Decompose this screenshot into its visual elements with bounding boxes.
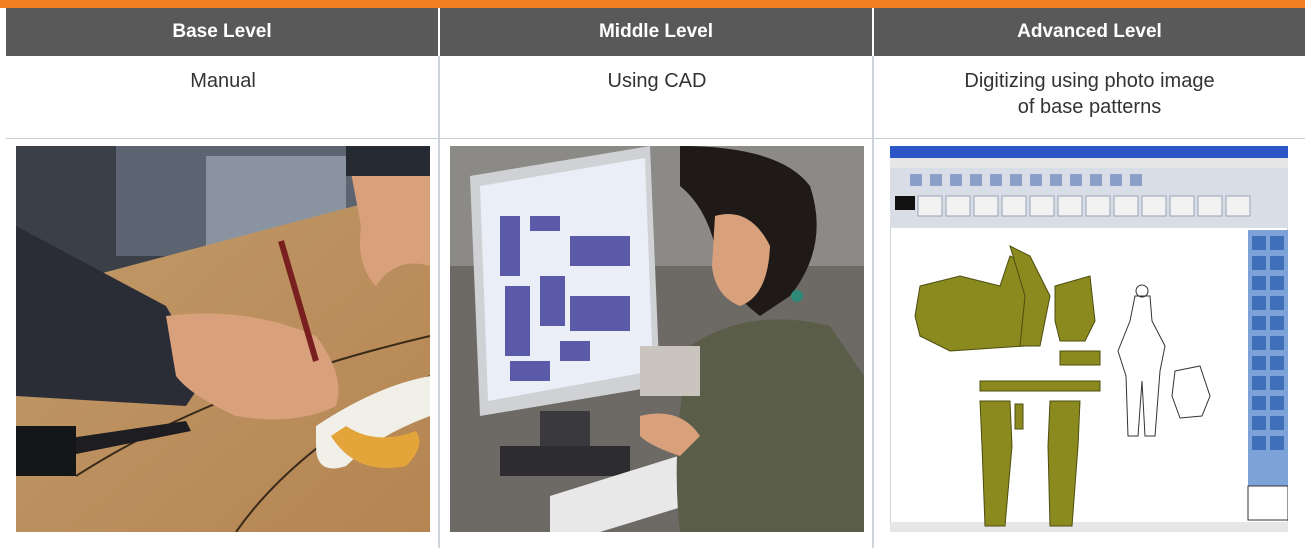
description-middle-level: Using CAD <box>440 56 874 138</box>
description-line: Digitizing using photo image <box>964 70 1215 92</box>
manual-drafting-photo <box>16 146 430 532</box>
accent-bar <box>0 0 1305 8</box>
header-base-level-label: Base Level <box>172 21 272 42</box>
pattern-digitizing-software-screenshot <box>890 146 1288 532</box>
header-base-level: Base Level <box>6 8 440 56</box>
header-advanced-level: Advanced Level <box>874 8 1305 56</box>
description-line: Manual <box>190 70 256 92</box>
row-divider <box>6 138 1305 139</box>
description-line: of base patterns <box>1017 96 1162 118</box>
description-base-level: Manual <box>6 56 440 138</box>
column-divider <box>872 56 874 548</box>
description-line: Using CAD <box>607 70 707 92</box>
column-divider <box>438 56 440 548</box>
comparison-table: Base Level Middle Level Advanced Level M… <box>6 8 1305 548</box>
description-advanced-level: Digitizing using photo image of base pat… <box>874 56 1305 138</box>
header-middle-level-label: Middle Level <box>598 21 714 42</box>
header-advanced-level-label: Advanced Level <box>1017 21 1162 42</box>
header-middle-level: Middle Level <box>440 8 874 56</box>
cad-workstation-photo <box>450 146 864 532</box>
